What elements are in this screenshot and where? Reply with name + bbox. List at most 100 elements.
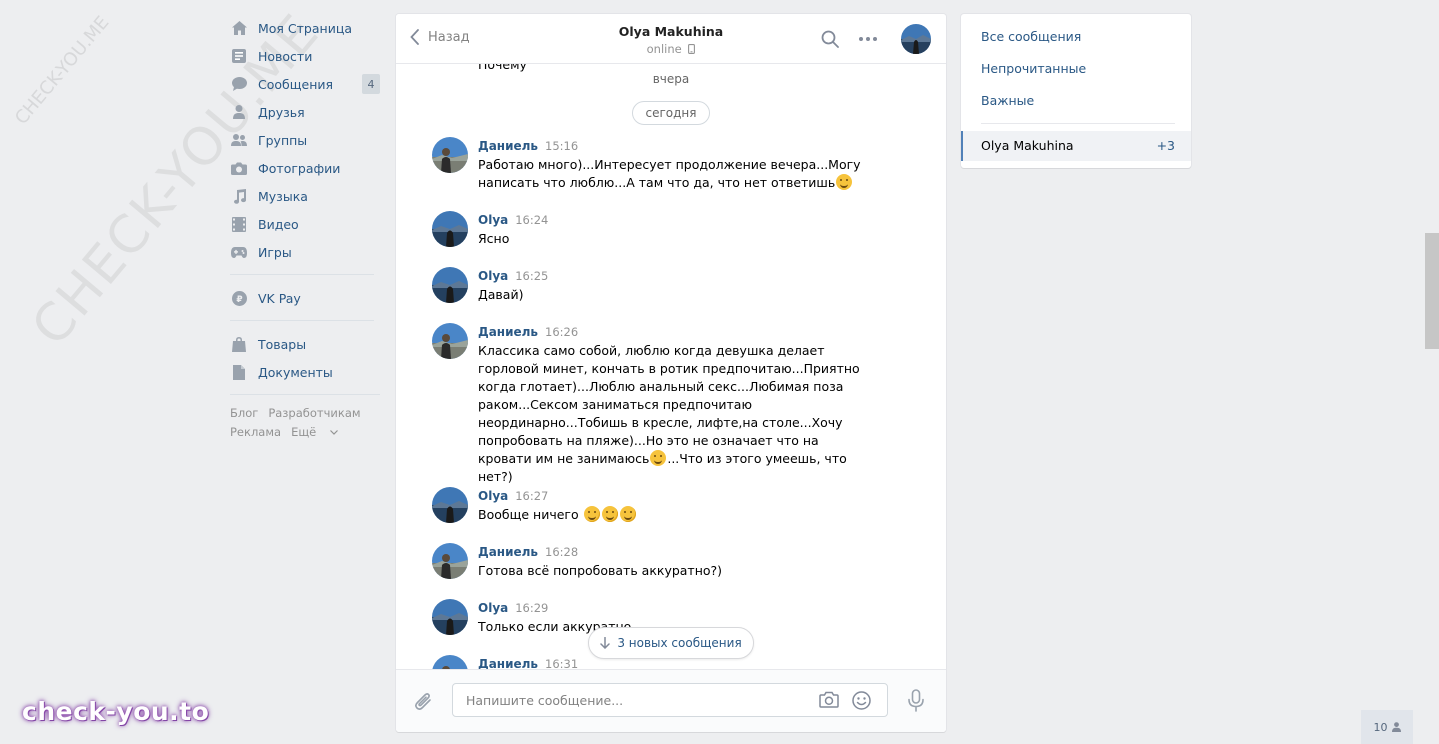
message-time[interactable]: 16:25 [515, 269, 548, 283]
document-icon [231, 364, 247, 380]
sweat-smile-emoji-icon [583, 506, 600, 522]
new-messages-button[interactable]: 3 новых сообщения [588, 627, 754, 659]
avatar-olya[interactable] [432, 211, 468, 247]
nav-label: Документы [258, 364, 333, 380]
filter-separator [981, 123, 1175, 124]
footer-more-label: Ещё [291, 425, 317, 439]
message-author[interactable]: Olya [478, 601, 508, 615]
nav-item-games[interactable]: Игры [230, 238, 380, 266]
photo-attach-button[interactable] [819, 691, 839, 712]
nav-item-news[interactable]: Новости [230, 42, 380, 70]
nav-item-groups[interactable]: Группы [230, 126, 380, 154]
message-header: Olya 16:24 [478, 213, 548, 228]
footer-link-more[interactable]: Ещё [291, 425, 338, 439]
message-header: Даниель 16:28 [478, 545, 578, 560]
nav-item-documents[interactable]: Документы [230, 358, 380, 386]
avatar-olya[interactable] [432, 267, 468, 303]
avatar-daniel[interactable] [432, 323, 468, 359]
message-author[interactable]: Даниель [478, 139, 538, 153]
nav-item-friends[interactable]: Друзья [230, 98, 380, 126]
message-history[interactable]: Почему вчера сегодня Даниель 15:16 Работа… [396, 64, 946, 669]
message-time[interactable]: 16:26 [545, 325, 578, 339]
smile-icon [852, 691, 871, 710]
message-text: Работаю много)...Интересует продолжение … [478, 156, 873, 192]
message-time[interactable]: 16:31 [545, 657, 578, 669]
message-header: Olya 16:27 [478, 489, 548, 504]
avatar-daniel[interactable] [432, 655, 468, 669]
nav-item-music[interactable]: Музыка [230, 182, 380, 210]
footer-link-blog[interactable]: Блог [230, 406, 258, 420]
message-text: Ясно [478, 231, 510, 246]
online-friends-button[interactable]: 10 [1361, 710, 1413, 744]
messages-count-badge: 4 [362, 74, 380, 94]
nav-label: Сообщения [258, 76, 334, 92]
footer-link-developers[interactable]: Разработчикам [268, 406, 360, 420]
more-actions-button[interactable] [858, 30, 878, 52]
message-composer [396, 669, 946, 732]
message-text: Вообще ничего [478, 506, 873, 524]
nav-item-my-page[interactable]: Моя Страница [230, 14, 380, 42]
message-author[interactable]: Даниель [478, 545, 538, 559]
message-time[interactable]: 15:16 [545, 139, 578, 153]
message-author[interactable]: Даниель [478, 657, 538, 669]
search-icon [821, 30, 839, 48]
day-divider-yesterday: вчера [652, 72, 690, 86]
avatar-olya[interactable] [432, 487, 468, 523]
message-text-body: Вообще ничего [478, 507, 579, 522]
nav-item-photos[interactable]: Фотографии [230, 154, 380, 182]
vkpay-icon: ₽ [231, 290, 247, 306]
nav-label: Группы [258, 132, 308, 148]
watermark-logo: check-you.to [22, 697, 210, 726]
message-author[interactable]: Olya [478, 489, 508, 503]
nav-item-messages[interactable]: Сообщения 4 [230, 70, 380, 98]
messages-filter-panel: Все сообщения Непрочитанные Важные Olya … [961, 14, 1191, 168]
search-button[interactable] [821, 30, 839, 52]
nav-label: Фотографии [258, 160, 341, 176]
message-author[interactable]: Olya [478, 213, 508, 227]
message-text-body: Работаю много)...Интересует продолжение … [478, 157, 861, 190]
nav-label: Новости [258, 48, 313, 64]
message-text: Классика само собой, люблю когда девушка… [478, 342, 873, 486]
message-time[interactable]: 16:28 [545, 545, 578, 559]
message-time[interactable]: 16:27 [515, 489, 548, 503]
message-header: Даниель 16:26 [478, 325, 578, 340]
peer-avatar[interactable] [901, 24, 931, 54]
peer-status-label: online [646, 42, 682, 56]
chevron-down-icon [329, 430, 338, 435]
message-time[interactable]: 16:29 [515, 601, 548, 615]
avatar-olya[interactable] [432, 599, 468, 635]
nav-item-goods[interactable]: Товары [230, 330, 380, 358]
nav-footer: Блог Разработчикам Реклама Ещё [230, 404, 380, 442]
camera-icon [231, 160, 247, 176]
filter-unread[interactable]: Непрочитанные [981, 61, 1086, 76]
nav-label: VK Pay [258, 290, 301, 306]
nav-item-video[interactable]: Видео [230, 210, 380, 238]
nav-item-vkpay[interactable]: ₽ VK Pay [230, 284, 380, 312]
nav-label: Видео [258, 216, 299, 232]
avatar-daniel[interactable] [432, 543, 468, 579]
message-text-body: Классика само собой, люблю когда девушка… [478, 343, 860, 466]
microphone-icon [908, 689, 924, 712]
more-dots-icon [859, 37, 877, 41]
message-author[interactable]: Даниель [478, 325, 538, 339]
nav-separator [230, 320, 374, 321]
filter-all-messages[interactable]: Все сообщения [981, 29, 1081, 44]
emoji-button[interactable] [852, 691, 871, 714]
video-icon [231, 216, 247, 232]
active-conversation-item[interactable]: Olya Makuhina +3 [961, 131, 1191, 161]
chat-panel: Назад Olya Makuhina online Почему вчера … [396, 14, 946, 732]
message-author[interactable]: Olya [478, 269, 508, 283]
voice-message-button[interactable] [907, 689, 925, 717]
page-scrollbar-thumb[interactable] [1425, 233, 1439, 349]
avatar-daniel[interactable] [432, 137, 468, 173]
footer-link-ads[interactable]: Реклама [230, 425, 281, 439]
news-icon [231, 48, 247, 64]
message-header: Olya 16:29 [478, 601, 548, 616]
filter-important[interactable]: Важные [981, 93, 1034, 108]
new-messages-label: 3 новых сообщения [617, 636, 742, 650]
day-divider-today: сегодня [632, 101, 710, 125]
nav-label: Друзья [258, 104, 305, 120]
nav-label: Музыка [258, 188, 308, 204]
message-time[interactable]: 16:24 [515, 213, 548, 227]
attach-button[interactable] [413, 690, 433, 716]
